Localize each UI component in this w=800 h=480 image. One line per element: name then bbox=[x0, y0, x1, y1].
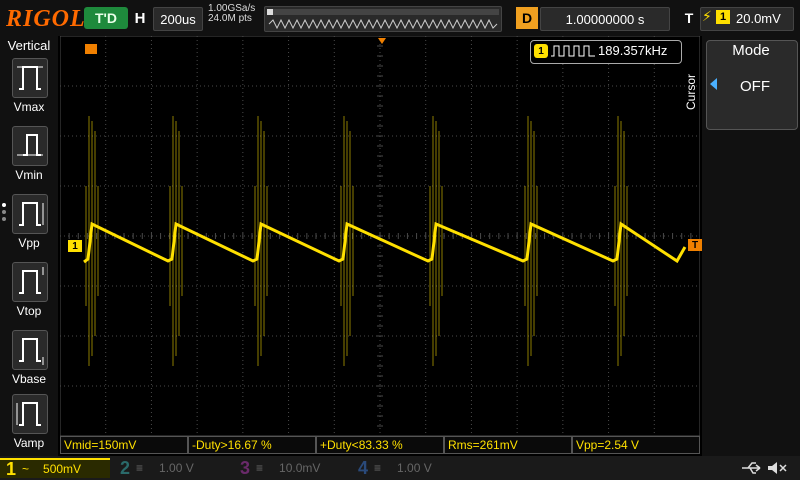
vmin-button[interactable] bbox=[12, 126, 48, 166]
measurement-vpp[interactable]: Vpp=2.54 V bbox=[572, 436, 700, 454]
vmax-icon bbox=[17, 66, 43, 90]
vmin-icon bbox=[17, 134, 43, 156]
usb-icon bbox=[742, 462, 761, 474]
vamp-icon bbox=[16, 402, 41, 426]
memory-waveform-icon bbox=[267, 9, 499, 30]
delay-label: D bbox=[516, 7, 538, 29]
measurement-vmid[interactable]: Vmid=150mV bbox=[60, 436, 188, 454]
freq-channel-badge: 1 bbox=[534, 44, 548, 58]
trigger-offset-marker bbox=[85, 44, 97, 54]
ch1-scale: 500mV bbox=[43, 462, 82, 476]
memory-position-bar[interactable] bbox=[264, 6, 502, 32]
brand-logo: RIGOL bbox=[6, 6, 86, 32]
ch4-scale: 1.00 V bbox=[397, 461, 432, 475]
cursor-section-label: Cursor bbox=[680, 60, 706, 120]
ch2-number: 2 bbox=[120, 457, 131, 478]
vpp-button[interactable] bbox=[12, 194, 48, 234]
vbase-icon bbox=[19, 338, 44, 365]
delay-value[interactable]: 1.00000000 s bbox=[540, 7, 670, 31]
trigger-label: T bbox=[684, 10, 694, 26]
vbase-button[interactable] bbox=[12, 330, 48, 370]
dc-coupling-icon: ≡ bbox=[374, 461, 382, 475]
measurement-pos-duty[interactable]: +Duty<83.33 % bbox=[316, 436, 444, 454]
channel-4-tab[interactable]: 4 ≡ 1.00 V bbox=[352, 458, 470, 478]
select-arrow-icon bbox=[710, 78, 717, 90]
channel-3-tab[interactable]: 3 ≡ 10.0mV bbox=[234, 458, 356, 478]
vamp-label: Vamp bbox=[0, 436, 58, 450]
vmax-button[interactable] bbox=[12, 58, 48, 98]
measurement-neg-duty[interactable]: -Duty>16.67 % bbox=[188, 436, 316, 454]
vpp-icon bbox=[19, 202, 44, 226]
vmax-label: Vmax bbox=[13, 100, 45, 114]
channel-2-tab[interactable]: 2 ≡ 1.00 V bbox=[114, 458, 232, 478]
vmin-label: Vmin bbox=[15, 168, 43, 182]
square-wave-icon bbox=[551, 45, 595, 57]
ch3-number: 3 bbox=[240, 457, 251, 478]
waveform-display[interactable] bbox=[60, 36, 700, 436]
acquisition-info: 1.00GSa/s 24.0M pts bbox=[208, 4, 255, 24]
mode-value: OFF bbox=[740, 77, 770, 95]
timebase-label: H bbox=[134, 9, 146, 27]
ch4-number: 4 bbox=[358, 457, 369, 478]
panel-title: Vertical bbox=[7, 38, 51, 53]
ch3-scale: 10.0mV bbox=[279, 461, 321, 475]
timebase-value[interactable]: 200us bbox=[153, 7, 203, 31]
ac-coupling-icon: ~ bbox=[22, 462, 30, 476]
rising-edge-icon: ⚡︎ bbox=[702, 8, 712, 24]
vamp-button[interactable] bbox=[12, 394, 48, 434]
run-status-badge[interactable]: T'D bbox=[84, 7, 128, 29]
ch1-offset-marker[interactable]: 1 bbox=[68, 240, 82, 252]
ch1-number: 1 bbox=[6, 458, 17, 479]
vpp-label: Vpp bbox=[18, 236, 40, 250]
trigger-channel-badge: 1 bbox=[716, 10, 730, 24]
mode-title: Mode bbox=[732, 42, 770, 59]
memory-depth: 24.0M pts bbox=[208, 13, 252, 24]
trigger-level-marker[interactable]: T bbox=[688, 239, 702, 251]
frequency-value: 189.357kHz bbox=[598, 43, 668, 58]
vtop-button[interactable] bbox=[12, 262, 48, 302]
ch2-scale: 1.00 V bbox=[159, 461, 194, 475]
dc-coupling-icon: ≡ bbox=[136, 461, 144, 475]
trigger-level: 20.0mV bbox=[736, 10, 781, 26]
speaker-muted-icon[interactable] bbox=[766, 460, 788, 476]
vbase-label: Vbase bbox=[11, 372, 47, 386]
measurement-rms[interactable]: Rms=261mV bbox=[444, 436, 572, 454]
vtop-label: Vtop bbox=[16, 304, 42, 318]
page-indicator bbox=[2, 200, 8, 224]
channel-1-tab[interactable]: 1 ~ 500mV bbox=[0, 458, 110, 479]
vtop-icon bbox=[19, 267, 44, 294]
cursor-label-text: Cursor bbox=[684, 73, 698, 110]
dc-coupling-icon: ≡ bbox=[256, 461, 264, 475]
